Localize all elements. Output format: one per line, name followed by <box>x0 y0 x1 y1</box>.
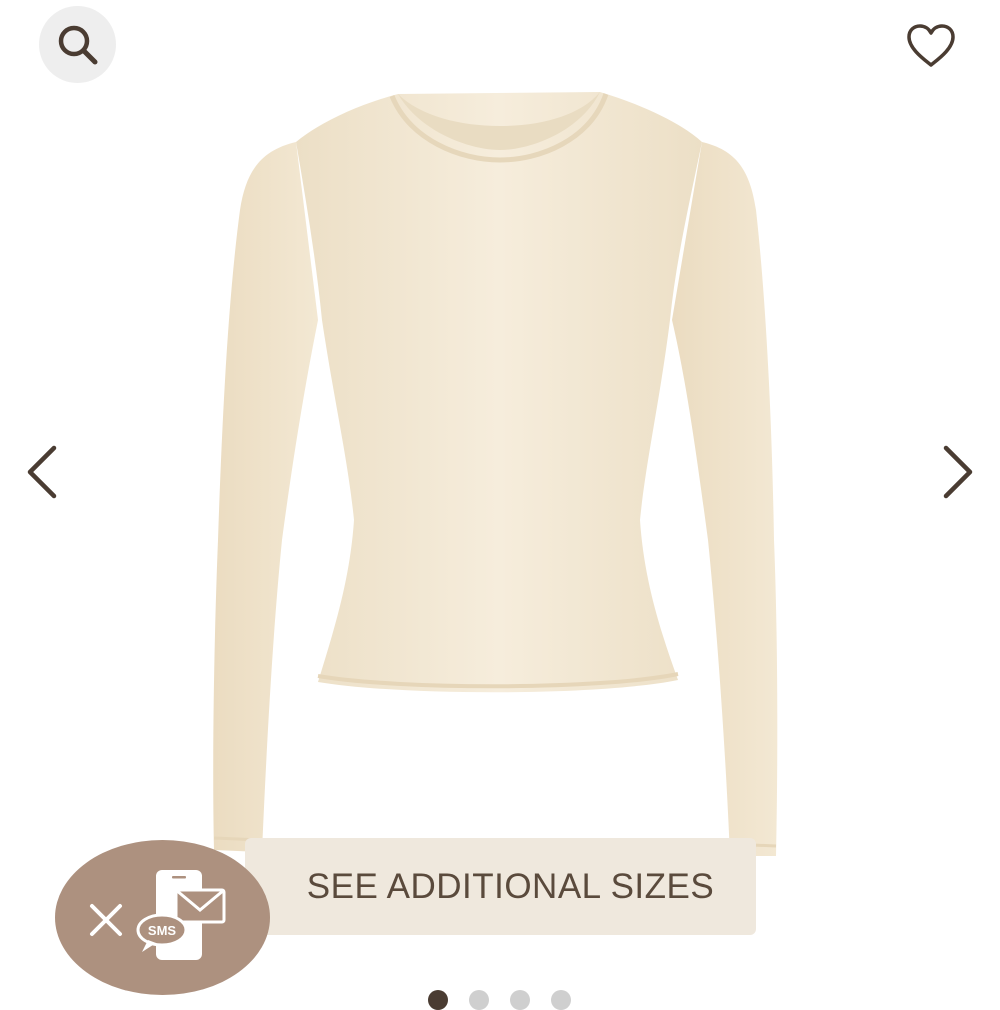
see-additional-sizes-label: SEE ADDITIONAL SIZES <box>306 866 715 906</box>
chevron-left-icon <box>27 445 57 499</box>
carousel-dot-2[interactable] <box>469 990 489 1010</box>
wishlist-button[interactable] <box>902 20 960 72</box>
chevron-right-icon <box>943 445 973 499</box>
sms-badge-label: SMS <box>148 923 177 938</box>
carousel-pagination <box>0 990 1000 1010</box>
previous-image-button[interactable] <box>22 440 62 504</box>
sms-phone-icon[interactable]: SMS <box>136 866 228 964</box>
carousel-dot-1[interactable] <box>428 990 448 1010</box>
carousel-dot-3[interactable] <box>510 990 530 1010</box>
next-image-button[interactable] <box>938 440 978 504</box>
search-button[interactable] <box>39 6 116 83</box>
heart-icon <box>907 24 955 67</box>
close-icon[interactable] <box>84 898 128 942</box>
carousel-dot-4[interactable] <box>551 990 571 1010</box>
see-additional-sizes-button[interactable]: SEE ADDITIONAL SIZES <box>245 838 756 935</box>
search-icon <box>58 25 97 64</box>
